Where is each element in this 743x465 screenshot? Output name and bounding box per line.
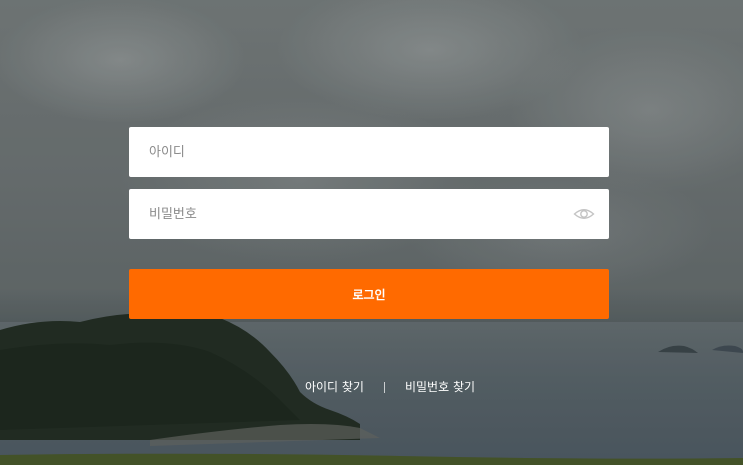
login-button[interactable]: 로그인 [129,269,609,319]
id-input[interactable] [129,127,609,177]
find-password-link[interactable]: 비밀번호 찾기 [405,378,475,395]
id-field-container [129,127,609,177]
eye-icon[interactable] [573,204,595,224]
login-form: 로그인 [129,127,609,319]
find-id-link[interactable]: 아이디 찾기 [305,378,364,395]
password-field-container [129,189,609,239]
password-input[interactable] [129,189,609,239]
account-help-links: 아이디 찾기 비밀번호 찾기 [0,378,743,395]
login-page: 로그인 아이디 찾기 비밀번호 찾기 [0,0,743,465]
link-divider [383,382,385,393]
